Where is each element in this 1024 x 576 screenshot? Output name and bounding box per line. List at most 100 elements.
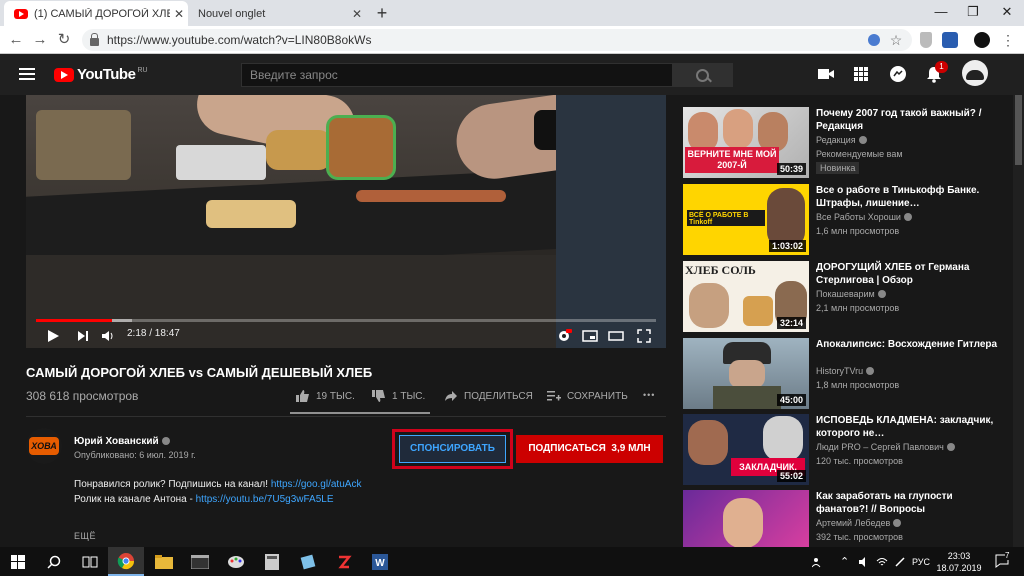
recommended-channel[interactable]: HistoryTVru (816, 366, 875, 376)
recommended-video[interactable]: ВЕРНИТЕ МНЕ МОЙ 2007-Й 50:39 Почему 2007… (683, 107, 1013, 179)
apps-grid-icon[interactable] (851, 64, 871, 84)
action-center-icon[interactable]: 7 (994, 551, 1010, 569)
subscribe-button[interactable]: ПОДПИСАТЬСЯ 3,9 МЛН (516, 435, 663, 463)
youtube-logo[interactable]: YouTube RU (54, 66, 148, 83)
network-tray-icon[interactable] (876, 547, 888, 576)
tab-title: Nouvel onglet (198, 7, 266, 20)
recommended-video[interactable]: ХЛЕБ СОЛЬ 32:14 ДОРОГУЩИЙ ХЛЕБ от Герман… (683, 261, 1013, 333)
people-icon[interactable] (812, 547, 824, 576)
notes-app-icon[interactable] (290, 547, 326, 576)
tray-expand-chevron-icon[interactable]: ⌃ (840, 547, 849, 576)
sponsor-button[interactable]: СПОНСИРОВАТЬ (399, 435, 506, 463)
volume-tray-icon[interactable] (858, 547, 870, 576)
minimize-button[interactable]: — (926, 2, 956, 22)
tab-close-icon[interactable]: ✕ (348, 7, 366, 21)
recommended-title[interactable]: Как заработать на глупости фанатов?! // … (816, 490, 1006, 516)
shield-extension-icon[interactable] (920, 32, 932, 48)
close-window-button[interactable]: ✕ (992, 2, 1022, 22)
video-thumbnail[interactable] (683, 490, 809, 547)
scrollbar-thumb[interactable] (1015, 95, 1022, 165)
tab-close-icon[interactable]: ✕ (170, 7, 188, 21)
show-more-button[interactable]: ЕЩЁ (74, 531, 96, 541)
video-thumbnail[interactable]: 45:00 (683, 338, 809, 409)
thumbnail-caption: ВЕРНИТЕ МНЕ МОЙ 2007-Й (685, 147, 779, 173)
volume-icon[interactable] (100, 328, 116, 344)
more-actions-button[interactable]: ••• (643, 390, 655, 400)
file-explorer-icon[interactable] (146, 547, 182, 576)
miniplayer-icon[interactable] (582, 328, 598, 344)
recommended-channel[interactable]: Люди PRO – Сергей Павлович (816, 442, 955, 452)
task-view-icon[interactable] (72, 547, 108, 576)
recommended-channel[interactable]: Все Работы Хороши (816, 212, 912, 222)
account-avatar[interactable] (962, 60, 988, 86)
search-icon[interactable] (36, 547, 72, 576)
fullscreen-icon[interactable] (636, 328, 652, 344)
channel-name: Юрий Хованский (74, 436, 159, 447)
chrome-menu-icon[interactable]: ⋮ (1000, 32, 1016, 48)
recommended-title[interactable]: Апокалипсис: Восхождение Гитлера (816, 338, 1006, 351)
save-to-playlist-button[interactable]: СОХРАНИТЬ (547, 390, 628, 402)
next-video-icon[interactable] (76, 328, 90, 344)
search-input[interactable]: Введите запрос (241, 63, 673, 87)
recommended-title[interactable]: ИСПОВЕДЬ КЛАДМЕНА: закладчик, которого н… (816, 414, 1006, 440)
recommended-channel[interactable]: Покашеварим (816, 289, 886, 299)
like-button[interactable]: 19 ТЫС. (296, 390, 355, 402)
recommended-video[interactable]: ЗАКЛАДЧИК, 55:02 ИСПОВЕДЬ КЛАДМЕНА: закл… (683, 414, 1013, 486)
description-link[interactable]: https://youtu.be/7U5g3wFA5LE (196, 494, 334, 505)
translate-badge-icon[interactable] (868, 34, 880, 46)
paint-icon[interactable] (218, 547, 254, 576)
recommended-channel[interactable]: Артемий Лебедев (816, 518, 902, 528)
taskbar-clock[interactable]: 23:03 18.07.2019 (936, 550, 982, 574)
recommended-video[interactable]: Как заработать на глупости фанатов?! // … (683, 490, 1013, 547)
video-player[interactable]: 2:18 / 18:47 (26, 95, 666, 348)
windows-start-icon[interactable] (0, 547, 36, 576)
share-button[interactable]: ПОДЕЛИТЬСЯ (444, 390, 533, 402)
page-scrollbar[interactable] (1013, 95, 1024, 547)
language-indicator[interactable]: РУС (912, 547, 930, 576)
video-thumbnail[interactable]: ВСЁ О РАБОТЕ В Tinkoff 1:03:02 (683, 184, 809, 255)
tab-youtube-video[interactable]: (1) САМЫЙ ДОРОГОЙ ХЛЕБ vs Ч ✕ (4, 1, 188, 26)
create-video-icon[interactable] (816, 64, 836, 84)
menu-hamburger-icon[interactable] (19, 68, 35, 80)
bookmark-star-icon[interactable]: ☆ (888, 32, 904, 48)
channel-avatar[interactable]: ХОВА (26, 428, 62, 464)
search-button[interactable] (673, 63, 733, 87)
url-field[interactable]: https://www.youtube.com/watch?v=LIN80B8o… (82, 29, 912, 51)
recommended-title[interactable]: Все о работе в Тинькофф Банке. Штрафы, л… (816, 184, 1006, 210)
calculator-icon[interactable] (254, 547, 290, 576)
description-text: Понравился ролик? Подпишись на канал! (74, 479, 271, 490)
word-icon[interactable]: W (362, 547, 398, 576)
recommended-video[interactable]: 45:00 Апокалипсис: Восхождение Гитлера H… (683, 338, 1013, 410)
description-link[interactable]: https://goo.gl/atuAck (271, 479, 362, 490)
channel-name-link[interactable]: Юрий Хованский (74, 436, 170, 447)
back-arrow-icon[interactable]: ← (6, 30, 26, 50)
channel-label: Все Работы Хороши (816, 212, 901, 222)
recommended-title[interactable]: Почему 2007 год такой важный? / Редакция (816, 107, 1006, 133)
filezilla-icon[interactable] (326, 547, 362, 576)
theater-mode-icon[interactable] (608, 328, 624, 344)
settings-gear-icon[interactable] (556, 328, 572, 344)
messages-icon[interactable] (888, 64, 908, 84)
profile-avatar-icon[interactable] (974, 32, 990, 48)
video-thumbnail[interactable]: ЗАКЛАДЧИК, 55:02 (683, 414, 809, 485)
address-bar: ← → ↻ https://www.youtube.com/watch?v=LI… (0, 26, 1024, 54)
terminal-icon[interactable] (182, 547, 218, 576)
recommended-channel[interactable]: Редакция (816, 135, 867, 145)
recommended-meta: 1,8 млн просмотров (816, 380, 900, 390)
new-tab-plus-icon[interactable]: + (372, 3, 392, 23)
translate-extension-icon[interactable] (942, 32, 958, 48)
dislike-button[interactable]: 1 ТЫС. (372, 390, 425, 402)
reload-icon[interactable]: ↻ (54, 30, 74, 50)
chrome-taskbar-icon[interactable] (108, 547, 144, 576)
video-thumbnail[interactable]: ВЕРНИТЕ МНЕ МОЙ 2007-Й 50:39 (683, 107, 809, 178)
recommended-meta: 392 тыс. просмотров (816, 532, 903, 542)
pen-tray-icon[interactable] (894, 547, 906, 576)
video-progress-bar[interactable] (36, 319, 656, 322)
video-thumbnail[interactable]: ХЛЕБ СОЛЬ 32:14 (683, 261, 809, 332)
maximize-button[interactable]: ❐ (958, 2, 988, 22)
recommended-title[interactable]: ДОРОГУЩИЙ ХЛЕБ от Германа Стерлигова | О… (816, 261, 1006, 287)
forward-arrow-icon[interactable]: → (30, 30, 50, 50)
play-icon[interactable] (46, 328, 60, 344)
recommended-video[interactable]: ВСЁ О РАБОТЕ В Tinkoff 1:03:02 Все о раб… (683, 184, 1013, 256)
tab-new-tab[interactable]: Nouvel onglet ✕ (188, 1, 366, 26)
